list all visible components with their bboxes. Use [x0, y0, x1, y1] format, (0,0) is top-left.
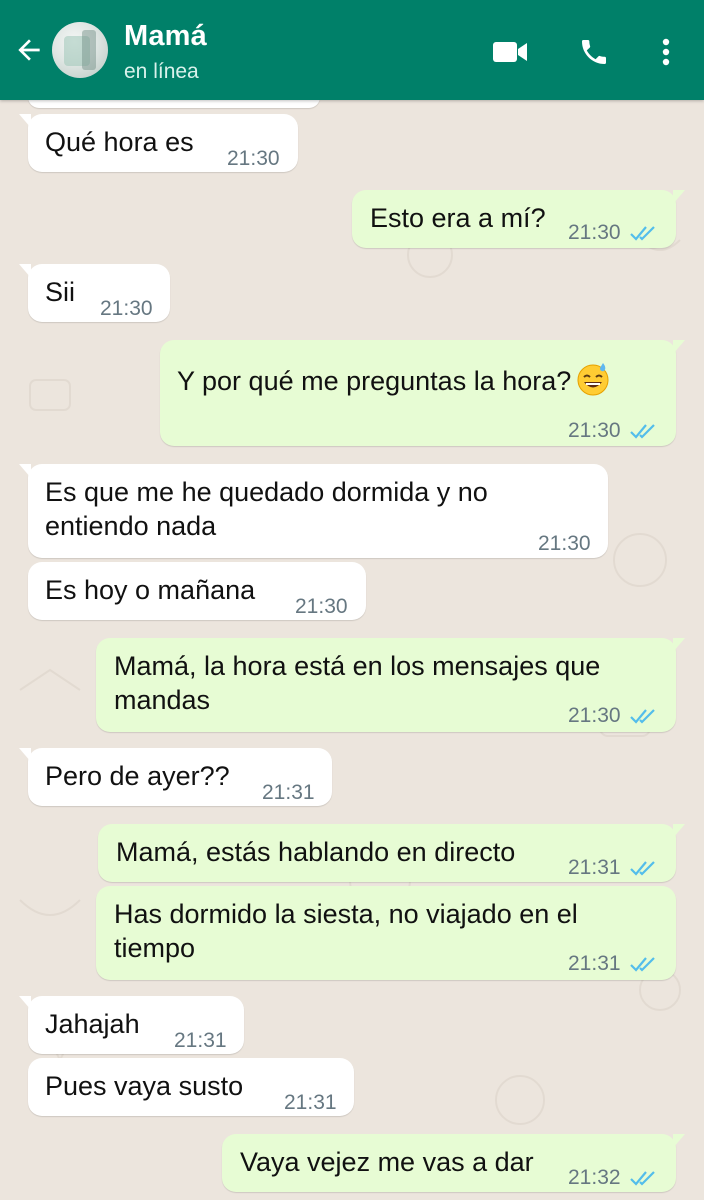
message-meta: 21:30: [568, 414, 657, 448]
message-time: 21:32: [568, 1166, 621, 1189]
message-bubble-incoming[interactable]: Es que me he quedado dormida y no entien…: [19, 464, 608, 558]
message-text-line1: Mamá, la hora está en los mensajes que: [114, 651, 601, 681]
message-list[interactable]: Qué hora es 21:30 Esto era a mí? 21:30 S…: [0, 100, 704, 1200]
message-bubble-outgoing[interactable]: Y por qué me preguntas la hora? 21:30: [160, 340, 685, 448]
message-time: 21:31: [174, 1029, 227, 1052]
contact-name[interactable]: Mamá: [124, 20, 207, 53]
message-meta: 21:31: [568, 947, 657, 981]
message-bubble-incoming[interactable]: Pero de ayer?? 21:31: [19, 748, 332, 806]
double-check-read-icon: [629, 422, 657, 440]
message-text: Es hoy o mañana: [45, 575, 256, 605]
message-time: 21:31: [568, 856, 621, 879]
message-text-line1: Es que me he quedado dormida y no: [45, 477, 488, 507]
message-time: 21:30: [538, 532, 591, 555]
double-check-read-icon: [629, 859, 657, 877]
chat-header: Mamá en línea: [0, 0, 704, 100]
message-bubble-incoming[interactable]: Pues vaya susto 21:31: [28, 1058, 354, 1116]
message-time: 21:31: [568, 952, 621, 975]
double-check-read-icon: [629, 707, 657, 725]
message-meta: 21:30: [568, 216, 657, 250]
message-bubble-outgoing[interactable]: Mamá, estás hablando en directo 21:31: [98, 824, 685, 885]
video-call-icon[interactable]: [490, 32, 530, 72]
avatar[interactable]: [52, 22, 108, 78]
message-text: Vaya vejez me vas a dar: [240, 1147, 534, 1177]
message-time: 21:30: [295, 595, 348, 618]
message-text: Mamá, estás hablando en directo: [116, 837, 516, 867]
message-text: Y por qué me preguntas la hora?: [177, 361, 611, 398]
message-text: Jahajah: [45, 1009, 140, 1039]
message-time: 21:30: [568, 704, 621, 727]
message-time: 21:30: [227, 147, 280, 170]
double-check-read-icon: [629, 224, 657, 242]
double-check-read-icon: [629, 955, 657, 973]
message-time: 21:31: [262, 781, 315, 804]
message-bubble-incoming[interactable]: Sii 21:30: [19, 264, 170, 322]
message-meta: 21:32: [568, 1161, 657, 1195]
message-time: 21:30: [568, 419, 621, 442]
message-text-line1: Has dormido la siesta, no viajado en el: [114, 899, 578, 929]
back-arrow-icon[interactable]: [10, 31, 48, 69]
message-time: 21:30: [100, 297, 153, 320]
message-text-content: Y por qué me preguntas la hora?: [177, 366, 572, 396]
message-text: Pero de ayer??: [45, 761, 230, 791]
message-bubble-incoming[interactable]: Es hoy o mañana 21:30: [28, 562, 366, 620]
message-bubble-outgoing[interactable]: Vaya vejez me vas a dar 21:32: [222, 1134, 685, 1195]
more-vertical-icon[interactable]: [646, 32, 686, 72]
message-text-line2: tiempo: [114, 933, 196, 963]
message-bubble-incoming[interactable]: Jahajah 21:31: [19, 996, 244, 1054]
message-bubble-outgoing[interactable]: Has dormido la siesta, no viajado en el …: [96, 886, 676, 980]
double-check-read-icon: [629, 1169, 657, 1187]
message-text-line2: mandas: [114, 685, 211, 715]
message-text: Pues vaya susto: [45, 1071, 244, 1101]
message-bubble-outgoing[interactable]: Esto era a mí? 21:30: [352, 190, 685, 250]
phone-icon[interactable]: [574, 32, 614, 72]
grinning-face-with-sweat-emoji: [577, 363, 609, 396]
message-time: 21:31: [284, 1091, 337, 1114]
message-time: 21:30: [568, 221, 621, 244]
message-text: Qué hora es: [45, 127, 194, 157]
contact-status: en línea: [124, 60, 199, 83]
message-bubble-incoming[interactable]: Qué hora es 21:30: [19, 114, 298, 172]
message-text-line2: entiendo nada: [45, 511, 217, 541]
message-bubble-partial: [28, 100, 320, 108]
message-bubble-outgoing[interactable]: Mamá, la hora está en los mensajes que m…: [96, 638, 685, 733]
message-meta: 21:31: [568, 851, 657, 885]
message-text: Esto era a mí?: [370, 203, 546, 233]
message-meta: 21:30: [568, 699, 657, 733]
message-text: Sii: [45, 277, 76, 307]
